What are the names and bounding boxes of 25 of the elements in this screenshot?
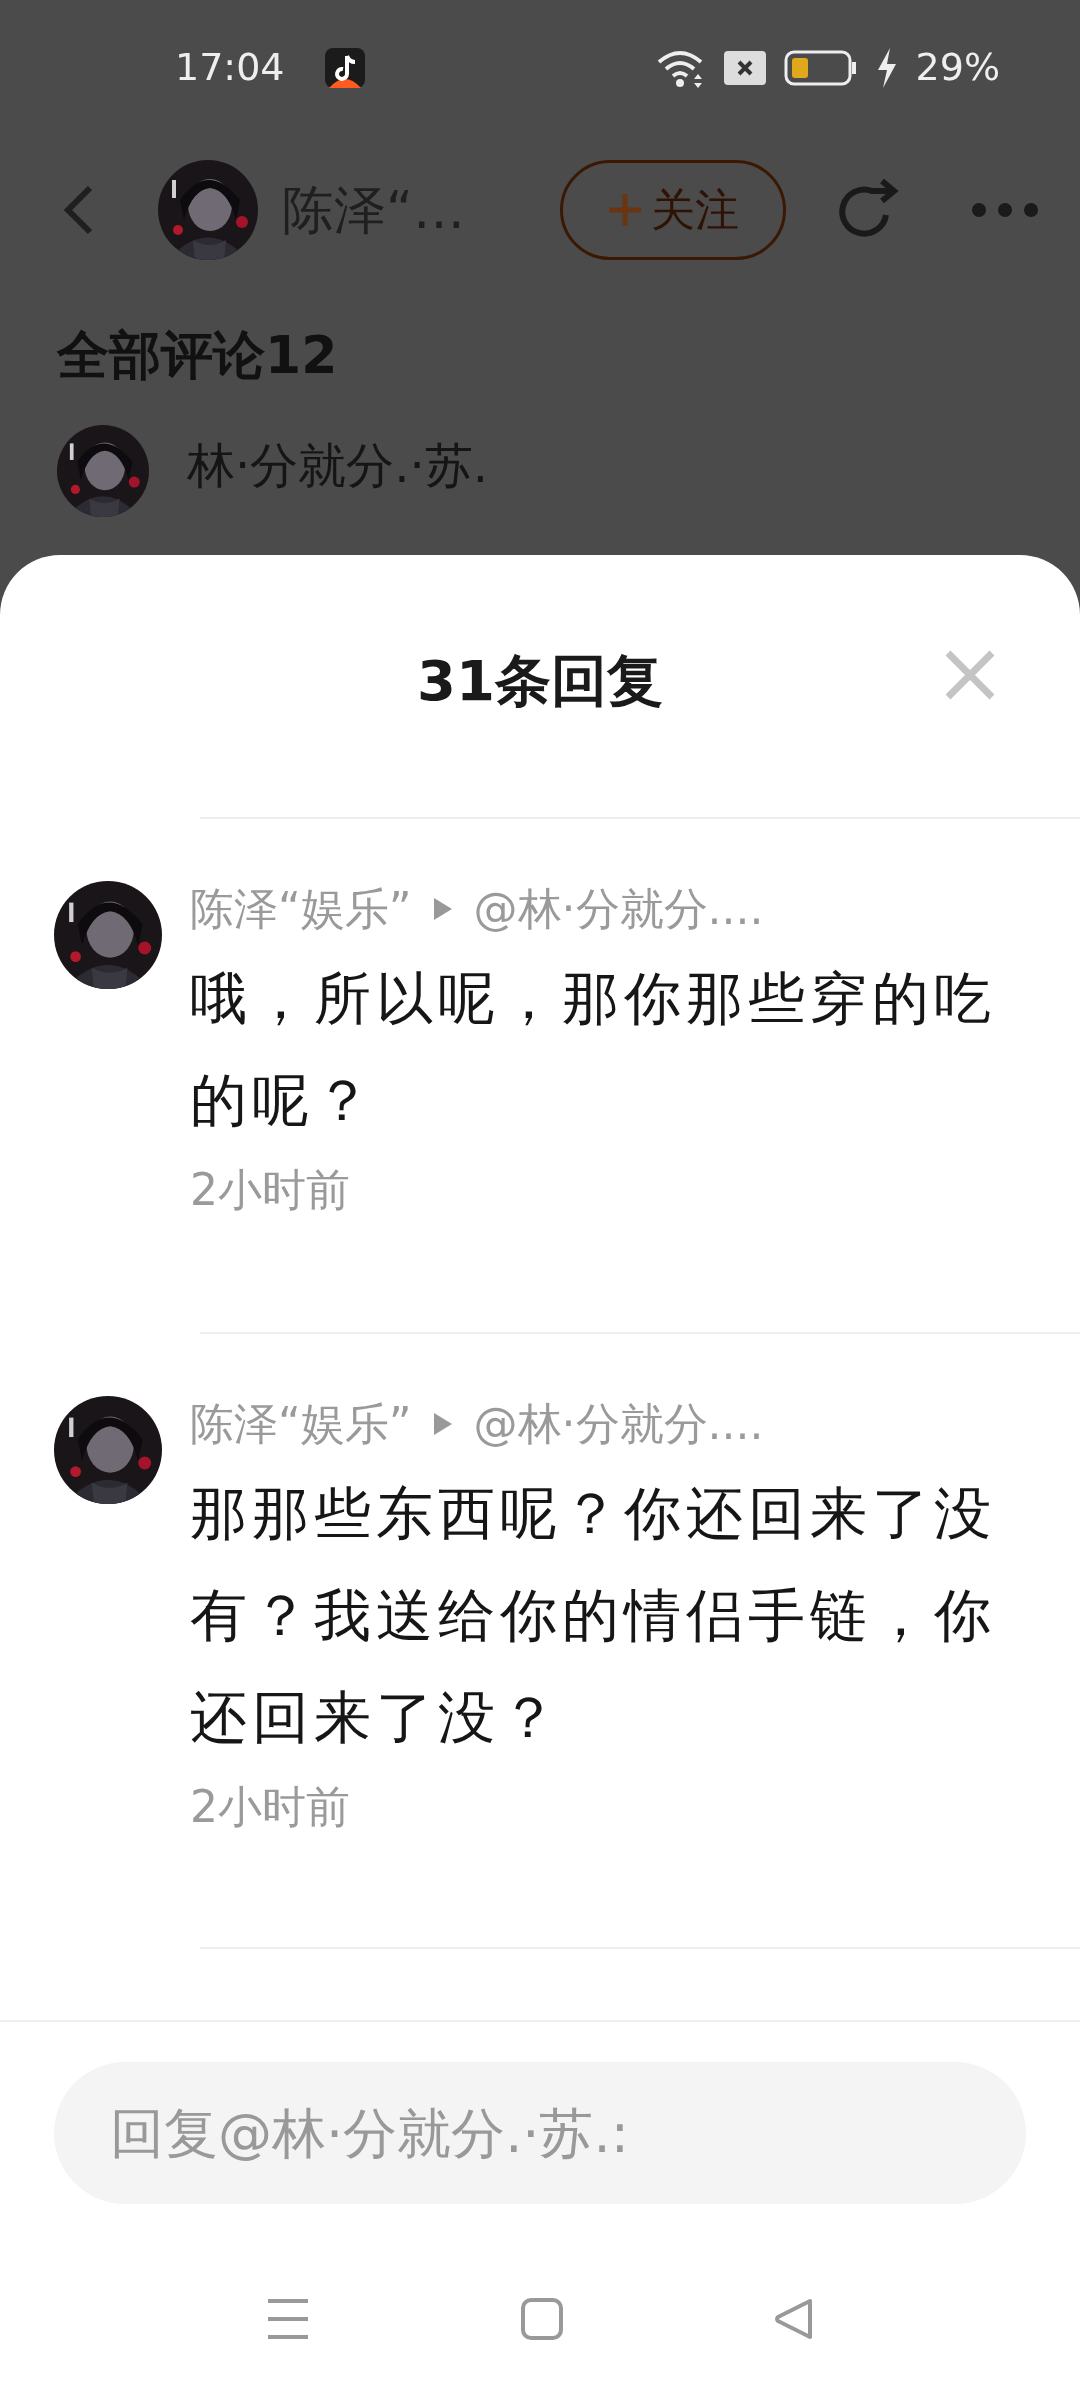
charging-icon <box>875 47 898 88</box>
reply-text: 哦，所以呢，那你那些穿的吃的呢？ <box>190 964 997 1135</box>
timestamp: 2小时前 <box>190 1164 350 1215</box>
author-name[interactable]: 陈泽“娱乐” <box>190 1396 412 1452</box>
mention-name[interactable]: @林·分就分.... <box>473 1396 764 1452</box>
triangle-icon <box>433 1413 452 1435</box>
triangle-icon <box>433 898 452 920</box>
back-nav-icon[interactable] <box>774 2297 814 2341</box>
timestamp: 2小时前 <box>190 1781 350 1832</box>
app-icon <box>324 47 365 88</box>
reply-input[interactable]: 回复@林·分就分.·苏.: <box>54 2062 1026 2204</box>
clock: 17:04 <box>175 44 285 91</box>
menu-icon[interactable] <box>266 2298 310 2340</box>
sim-icon <box>723 50 766 85</box>
mention-name[interactable]: @林·分就分.... <box>473 881 764 937</box>
home-icon[interactable] <box>520 2297 564 2341</box>
reply-text: 那那些东西呢？你还回来了没有？我送给你的情侣手链，你还回来了没？ <box>190 1479 997 1752</box>
plus-icon <box>607 192 643 228</box>
author-name[interactable]: 陈泽“娱乐” <box>190 881 412 937</box>
sheet-title: 31条回复 <box>417 647 663 715</box>
more-icon[interactable] <box>970 201 1040 219</box>
follow-button[interactable]: 关注 <box>560 160 786 260</box>
battery-icon <box>783 49 858 86</box>
battery-percentage: 29% <box>915 44 1000 91</box>
section-title: 全部评论12 <box>57 324 338 387</box>
